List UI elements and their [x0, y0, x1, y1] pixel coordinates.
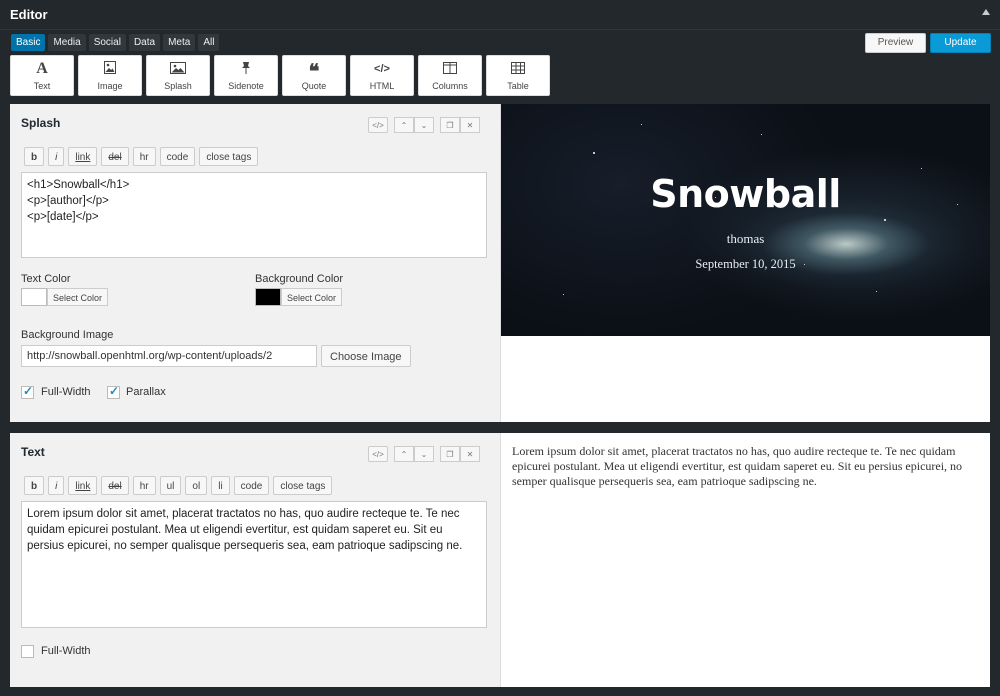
choose-image-button[interactable]: Choose Image — [321, 345, 411, 367]
splash-panel-title: Splash — [21, 116, 61, 130]
tab-meta[interactable]: Meta — [163, 34, 196, 51]
widget-label: Sidenote — [228, 81, 264, 91]
move-down-icon[interactable]: ⌄ — [414, 117, 434, 133]
tab-data[interactable]: Data — [128, 34, 161, 51]
columns-icon — [419, 61, 481, 77]
widget-image[interactable]: Image — [78, 55, 142, 96]
text-panel: Text </> ⌃ ⌄ ❐ ✕ b i link del hr ul ol l… — [10, 433, 501, 687]
splash-preview-date: September 10, 2015 — [695, 257, 796, 271]
format-close-tags-button[interactable]: close tags — [199, 147, 259, 166]
splash-background-image: Snowball thomas September 10, 2015 — [501, 104, 990, 336]
format-hr-button[interactable]: hr — [132, 147, 156, 166]
full-width-label: Full-Width — [41, 645, 91, 657]
code-icon: </> — [374, 63, 390, 75]
format-ol-button[interactable]: ol — [185, 476, 208, 495]
duplicate-icon[interactable]: ❐ — [440, 117, 460, 133]
format-code-button[interactable]: code — [233, 476, 270, 495]
move-down-icon[interactable]: ⌄ — [414, 446, 434, 462]
format-bold-button[interactable]: b — [24, 147, 45, 166]
splash-preview-title: Snowball — [650, 172, 841, 216]
format-link-button[interactable]: link — [68, 147, 98, 166]
tab-media[interactable]: Media — [48, 34, 86, 51]
format-del-button[interactable]: del — [101, 476, 129, 495]
parallax-checkbox[interactable] — [107, 384, 120, 399]
move-up-icon[interactable]: ⌃ — [394, 117, 414, 133]
close-icon[interactable]: ✕ — [460, 446, 480, 462]
full-width-checkbox[interactable] — [21, 384, 34, 399]
quote-icon: ❝ — [308, 59, 320, 83]
widget-label: HTML — [369, 81, 395, 91]
text-panel-title: Text — [21, 445, 45, 459]
widget-text[interactable]: A Text — [10, 55, 74, 96]
widget-html[interactable]: </> HTML — [350, 55, 414, 96]
duplicate-icon[interactable]: ❐ — [440, 446, 460, 462]
close-icon[interactable]: ✕ — [460, 117, 480, 133]
text-color-swatch[interactable] — [21, 288, 47, 306]
format-link-button[interactable]: link — [68, 476, 98, 495]
widget-label: Splash — [164, 81, 192, 91]
panel-controls: </> ⌃ ⌄ ❐ ✕ — [368, 446, 480, 462]
panel-controls: </> ⌃ ⌄ ❐ ✕ — [368, 117, 480, 133]
splash-panel: Splash </> ⌃ ⌄ ❐ ✕ b i link del hr code … — [10, 104, 501, 422]
text-icon: A — [36, 60, 48, 77]
splash-preview-author: thomas — [726, 231, 765, 246]
tab-social[interactable]: Social — [88, 34, 126, 51]
editor-titlebar: Editor — [0, 0, 1000, 30]
widget-label: Image — [97, 81, 123, 91]
category-tabs: Basic Media Social Data Meta All — [11, 34, 220, 51]
full-width-checkbox[interactable] — [21, 645, 34, 658]
format-del-button[interactable]: del — [101, 147, 129, 166]
text-preview: Lorem ipsum dolor sit amet, placerat tra… — [501, 433, 990, 687]
background-color-label: Background Color — [255, 273, 344, 285]
parallax-label: Parallax — [126, 386, 166, 398]
tab-all[interactable]: All — [198, 34, 220, 51]
table-icon — [487, 61, 549, 77]
format-ul-button[interactable]: ul — [159, 476, 182, 495]
background-image-url-input[interactable]: http://snowball.openhtml.org/wp-content/… — [21, 345, 317, 367]
view-source-icon[interactable]: </> — [368, 117, 388, 133]
update-button[interactable]: Update — [930, 33, 991, 53]
format-bold-button[interactable]: b — [24, 476, 45, 495]
text-color-select-button[interactable]: Select Color — [47, 288, 109, 306]
format-toolbar: b i link del hr ul ol li code close tags — [24, 476, 333, 495]
format-li-button[interactable]: li — [211, 476, 230, 495]
move-up-icon[interactable]: ⌃ — [394, 446, 414, 462]
format-italic-button[interactable]: i — [48, 476, 65, 495]
widget-columns[interactable]: Columns — [418, 55, 482, 96]
splash-preview: Snowball thomas September 10, 2015 — [501, 104, 990, 422]
widget-splash[interactable]: Splash — [146, 55, 210, 96]
preview-button[interactable]: Preview — [865, 33, 926, 53]
widget-label: Text — [33, 81, 51, 91]
format-toolbar: b i link del hr code close tags — [24, 147, 259, 166]
widget-label: Columns — [432, 81, 468, 91]
format-code-button[interactable]: code — [159, 147, 196, 166]
widget-table[interactable]: Table — [486, 55, 550, 96]
widget-label: Table — [507, 81, 529, 91]
text-preview-content: Lorem ipsum dolor sit amet, placerat tra… — [512, 444, 963, 488]
view-source-icon[interactable]: </> — [368, 446, 388, 462]
text-content-textarea[interactable]: Lorem ipsum dolor sit amet, placerat tra… — [21, 501, 487, 628]
splash-icon — [147, 61, 209, 77]
collapse-arrow-icon[interactable] — [982, 9, 990, 15]
background-image-label: Background Image — [21, 329, 114, 341]
full-width-label: Full-Width — [41, 386, 91, 398]
editor-title: Editor — [10, 7, 48, 22]
background-color-select-button[interactable]: Select Color — [281, 288, 343, 306]
format-italic-button[interactable]: i — [48, 147, 65, 166]
splash-content-textarea[interactable]: <h1>Snowball</h1> <p>[author]</p> <p>[da… — [21, 172, 487, 258]
widget-sidenote[interactable]: Sidenote — [214, 55, 278, 96]
widget-quote[interactable]: ❝ Quote — [282, 55, 346, 96]
format-hr-button[interactable]: hr — [132, 476, 156, 495]
text-color-label: Text Color — [21, 273, 71, 285]
format-close-tags-button[interactable]: close tags — [273, 476, 333, 495]
background-color-swatch[interactable] — [255, 288, 281, 306]
pin-icon — [215, 61, 277, 77]
tab-basic[interactable]: Basic — [11, 34, 46, 51]
widget-label: Quote — [301, 81, 327, 91]
image-icon — [79, 61, 141, 77]
widget-toolbar: A Text Image Splash Sidenote ❝ Quote </>… — [10, 55, 550, 96]
